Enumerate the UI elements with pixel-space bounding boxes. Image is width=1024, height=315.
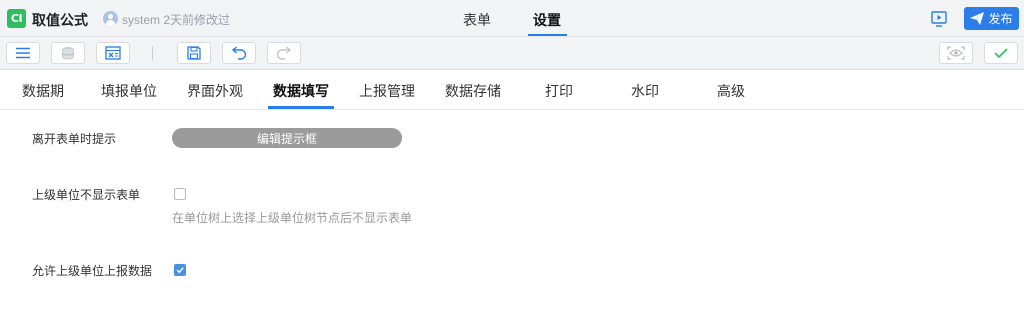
modify-info: system 2天前修改过 [122, 13, 231, 27]
view-button[interactable] [939, 42, 973, 64]
redo-button[interactable] [267, 42, 301, 64]
tab-fill-unit[interactable]: 填报单位 [101, 81, 157, 101]
preview-icon [931, 11, 947, 27]
hide-parent-hint: 在单位树上选择上级单位树节点后不显示表单 [172, 211, 413, 225]
undo-icon [231, 46, 247, 60]
app-header: CI 取值公式 system 2天前修改过 表单 设置 发布 [0, 0, 1024, 37]
preview-button[interactable] [928, 9, 950, 29]
checkbox-check-icon [176, 267, 184, 274]
tab-watermark[interactable]: 水印 [631, 81, 659, 101]
send-icon [970, 12, 985, 25]
app-title: 取值公式 [32, 12, 88, 28]
confirm-button[interactable] [984, 42, 1018, 64]
redo-icon [276, 46, 292, 60]
tab-print[interactable]: 打印 [545, 81, 573, 101]
tab-data-storage[interactable]: 数据存储 [445, 81, 501, 101]
hide-parent-checkbox[interactable] [174, 188, 186, 200]
allow-parent-report-checkbox[interactable] [174, 264, 186, 276]
publish-label: 发布 [988, 12, 1013, 26]
tab-appearance[interactable]: 界面外观 [187, 81, 243, 101]
database-button[interactable] [51, 42, 85, 64]
publish-button[interactable]: 发布 [964, 7, 1019, 30]
save-icon [187, 46, 201, 60]
toolbar-divider [152, 46, 153, 60]
database-icon [62, 47, 74, 60]
formula-button[interactable] [96, 42, 130, 64]
tab-settings[interactable]: 设置 [533, 10, 561, 30]
tab-data-entry[interactable]: 数据填写 [273, 81, 329, 101]
menu-button[interactable] [6, 42, 40, 64]
toolbar [0, 37, 1024, 70]
menu-icon [16, 47, 30, 59]
check-icon [994, 48, 1008, 59]
app-logo: CI [7, 9, 26, 28]
hide-parent-label: 上级单位不显示表单 [32, 188, 141, 202]
undo-button[interactable] [222, 42, 256, 64]
save-button[interactable] [177, 42, 211, 64]
edit-tip-button[interactable]: 编辑提示框 [172, 128, 402, 148]
leave-tip-label: 离开表单时提示 [32, 132, 117, 146]
tab-settings-underline [528, 34, 567, 36]
user-avatar-icon [103, 11, 118, 26]
settings-tabs: 数据期 填报单位 界面外观 数据填写 上报管理 数据存储 打印 水印 高级 [0, 70, 1024, 110]
eye-scan-icon [947, 46, 965, 60]
tab-report-management[interactable]: 上报管理 [359, 81, 415, 101]
tab-form[interactable]: 表单 [463, 10, 491, 30]
tab-data-period[interactable]: 数据期 [22, 81, 64, 101]
allow-parent-report-label: 允许上级单位上报数据 [32, 264, 153, 278]
formula-icon [105, 46, 121, 60]
active-tab-underline [268, 106, 334, 109]
tab-advanced[interactable]: 高级 [717, 81, 745, 101]
